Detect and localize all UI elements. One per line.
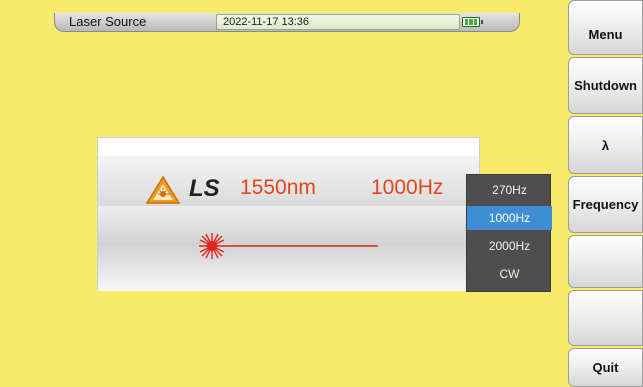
laser-status-panel: LS 1550nm 1000Hz (97, 137, 480, 291)
shutdown-button[interactable]: Shutdown (568, 57, 643, 114)
empty-softkey-1[interactable] (568, 235, 643, 288)
frequency-option-2000hz[interactable]: 2000Hz (467, 234, 552, 258)
softkey-column: Menu Shutdown λ Frequency Quit (568, 0, 643, 387)
app-title: Laser Source (69, 14, 147, 29)
frequency-value: 1000Hz (371, 176, 444, 199)
wavelength-value: 1550nm (240, 176, 316, 199)
datetime-display: 2022-11-17 13:36 (216, 14, 460, 30)
laser-beam-icon (199, 233, 378, 259)
frequency-option-270hz[interactable]: 270Hz (467, 178, 552, 202)
menu-button[interactable]: Menu (568, 0, 643, 55)
frequency-dropdown[interactable]: 270Hz 1000Hz 2000Hz CW (466, 174, 552, 292)
frequency-option-cw[interactable]: CW (467, 262, 552, 286)
laser-warning-icon (145, 175, 181, 204)
status-bar: Laser Source 2022-11-17 13:36 (54, 13, 520, 32)
mode-label: LS (189, 175, 220, 202)
frequency-button[interactable]: Frequency (568, 176, 643, 233)
wavelength-button[interactable]: λ (568, 116, 643, 174)
frequency-option-1000hz[interactable]: 1000Hz (467, 206, 552, 230)
battery-icon (462, 17, 483, 27)
quit-button[interactable]: Quit (568, 348, 643, 387)
empty-softkey-2[interactable] (568, 290, 643, 346)
